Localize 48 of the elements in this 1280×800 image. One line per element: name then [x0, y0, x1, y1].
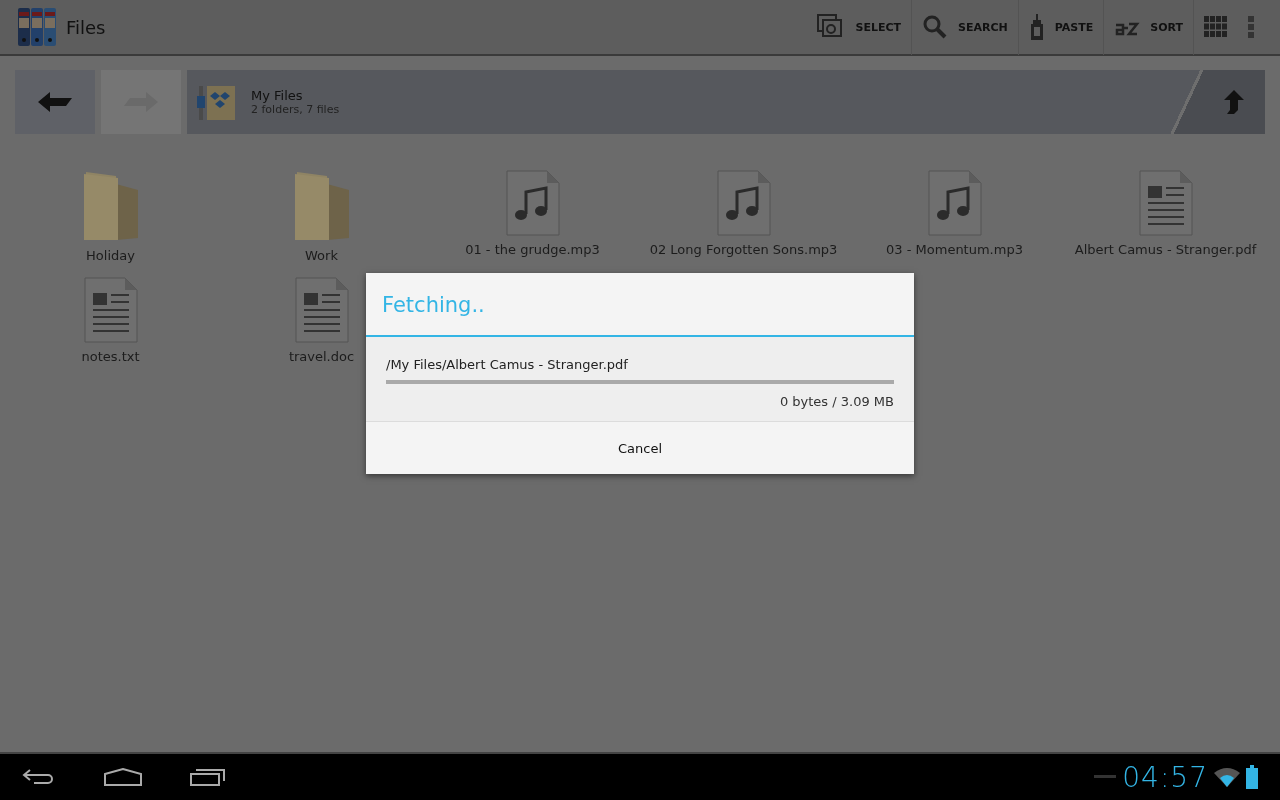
document-icon — [83, 277, 138, 343]
folder-summary: 2 folders, 7 files — [251, 103, 340, 116]
recent-apps-icon[interactable] — [190, 767, 226, 787]
battery-icon — [1246, 765, 1258, 789]
home-icon[interactable] — [104, 768, 142, 786]
dash-icon — [1094, 775, 1117, 779]
progress-text: 0 bytes / 3.09 MB — [779, 394, 894, 409]
file-path: /My Files/Albert Camus - Stranger.pdf — [386, 357, 629, 372]
back-icon[interactable] — [22, 768, 56, 786]
back-button[interactable] — [15, 70, 95, 134]
file-name: Work — [305, 248, 338, 263]
binders-logo-icon — [16, 6, 58, 48]
file-name: 02 Long Forgotten Sons.mp3 — [649, 242, 838, 257]
music-file-icon — [716, 170, 771, 236]
action-button[interactable]: PASTE — [1017, 0, 1104, 55]
grid-view-icon — [1204, 16, 1228, 38]
action-button[interactable]: SEARCH — [911, 0, 1018, 55]
file-item[interactable]: 02 Long Forgotten Sons.mp3 — [638, 170, 849, 263]
file-item[interactable]: Albert Camus - Stranger.pdf — [1060, 170, 1271, 263]
action-button[interactable]: SORT — [1103, 0, 1193, 55]
file-item[interactable]: Work — [216, 170, 427, 263]
document-icon — [1138, 170, 1193, 236]
file-item[interactable]: 01 - the grudge.mp3 — [427, 170, 638, 263]
glue-bottle-icon — [1028, 13, 1045, 41]
wifi-icon — [1214, 767, 1240, 787]
file-item[interactable]: Holiday — [5, 170, 216, 263]
cancel-button[interactable]: Cancel — [366, 421, 914, 474]
file-name: 03 - Momentum.mp3 — [886, 242, 1023, 257]
document-icon — [294, 277, 349, 343]
clock: 04:57 — [1122, 760, 1208, 794]
music-file-icon — [927, 170, 982, 236]
app-title: Files — [66, 16, 107, 38]
action-button[interactable]: SELECT — [807, 0, 911, 55]
file-name: 01 - the grudge.mp3 — [465, 242, 600, 257]
folder-icon — [292, 170, 351, 242]
folder-title: My Files — [251, 88, 304, 103]
file-item[interactable]: notes.txt — [5, 277, 216, 364]
file-item[interactable]: 03 - Momentum.mp3 — [849, 170, 1060, 263]
file-name: Albert Camus - Stranger.pdf — [1074, 242, 1257, 257]
folder-icon — [81, 170, 140, 242]
overflow-menu-icon — [1248, 16, 1254, 38]
back-arrow-icon — [38, 91, 72, 113]
up-arrow-icon — [1223, 89, 1245, 115]
file-name: Holiday — [86, 248, 135, 263]
file-name: travel.doc — [288, 349, 355, 364]
file-name: notes.txt — [81, 349, 140, 364]
music-file-icon — [505, 170, 560, 236]
search-icon — [922, 14, 948, 40]
